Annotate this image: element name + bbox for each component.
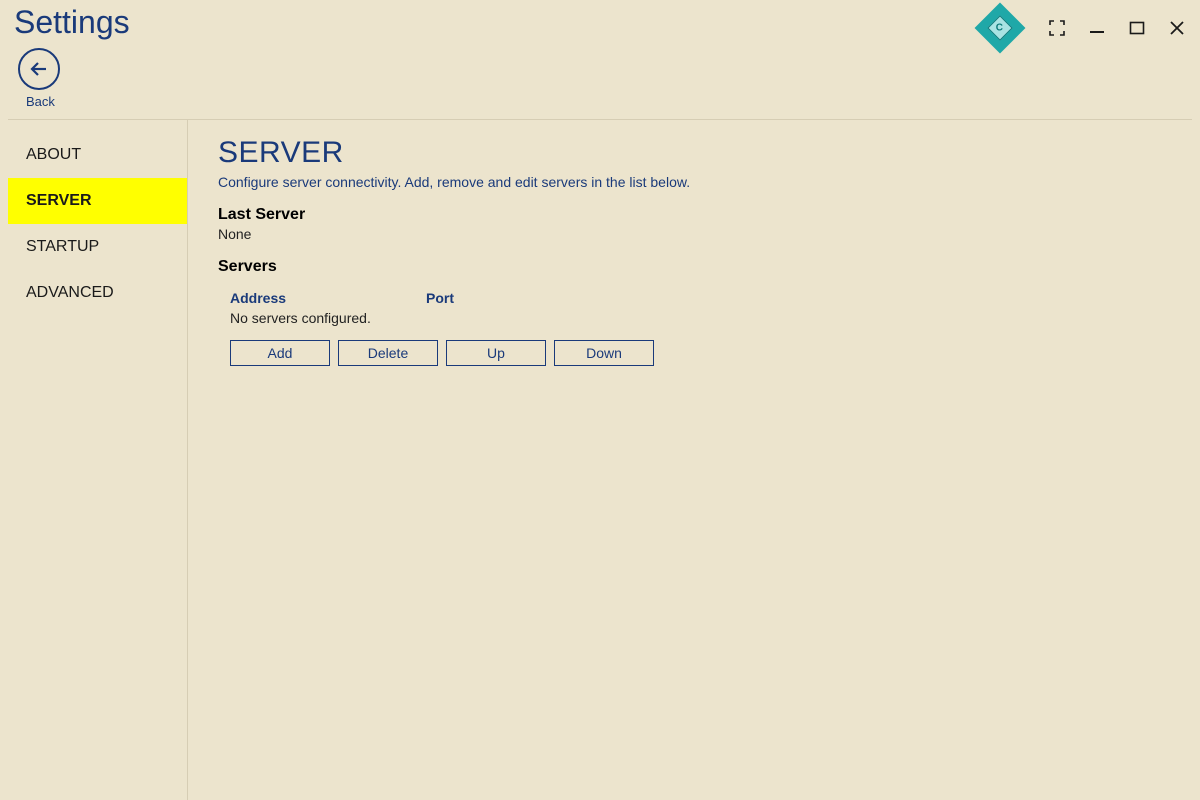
- last-server-label: Last Server: [218, 206, 1170, 224]
- up-button[interactable]: Up: [446, 340, 546, 366]
- close-icon[interactable]: [1166, 17, 1188, 39]
- sidebar-item-about[interactable]: ABOUT: [8, 132, 187, 178]
- col-port: Port: [426, 290, 546, 306]
- server-button-row: Add Delete Up Down: [218, 340, 1170, 366]
- window-title: Settings: [14, 0, 130, 42]
- sidebar-item-advanced[interactable]: ADVANCED: [8, 270, 187, 316]
- page-description: Configure server connectivity. Add, remo…: [218, 174, 1170, 190]
- fullscreen-icon[interactable]: [1046, 17, 1068, 39]
- app-logo-icon: C: [982, 10, 1018, 46]
- page-heading: SERVER: [218, 136, 1170, 170]
- maximize-icon[interactable]: [1126, 17, 1148, 39]
- window-controls: C: [982, 0, 1188, 46]
- servers-label: Servers: [218, 258, 1170, 276]
- back-button[interactable]: [18, 48, 60, 90]
- sidebar-item-server[interactable]: SERVER: [8, 178, 187, 224]
- back-area: Back: [0, 48, 1200, 119]
- add-button[interactable]: Add: [230, 340, 330, 366]
- down-button[interactable]: Down: [554, 340, 654, 366]
- arrow-left-icon: [28, 58, 50, 80]
- servers-table-header: Address Port: [218, 290, 1170, 306]
- titlebar: Settings C: [0, 0, 1200, 48]
- col-address: Address: [230, 290, 426, 306]
- servers-empty-message: No servers configured.: [218, 310, 1170, 326]
- back-label: Back: [26, 94, 1200, 109]
- minimize-icon[interactable]: [1086, 17, 1108, 39]
- content: SERVER Configure server connectivity. Ad…: [188, 120, 1200, 800]
- body: ABOUT SERVER STARTUP ADVANCED SERVER Con…: [0, 120, 1200, 800]
- delete-button[interactable]: Delete: [338, 340, 438, 366]
- last-server-value: None: [218, 226, 1170, 242]
- sidebar: ABOUT SERVER STARTUP ADVANCED: [8, 120, 188, 800]
- sidebar-item-startup[interactable]: STARTUP: [8, 224, 187, 270]
